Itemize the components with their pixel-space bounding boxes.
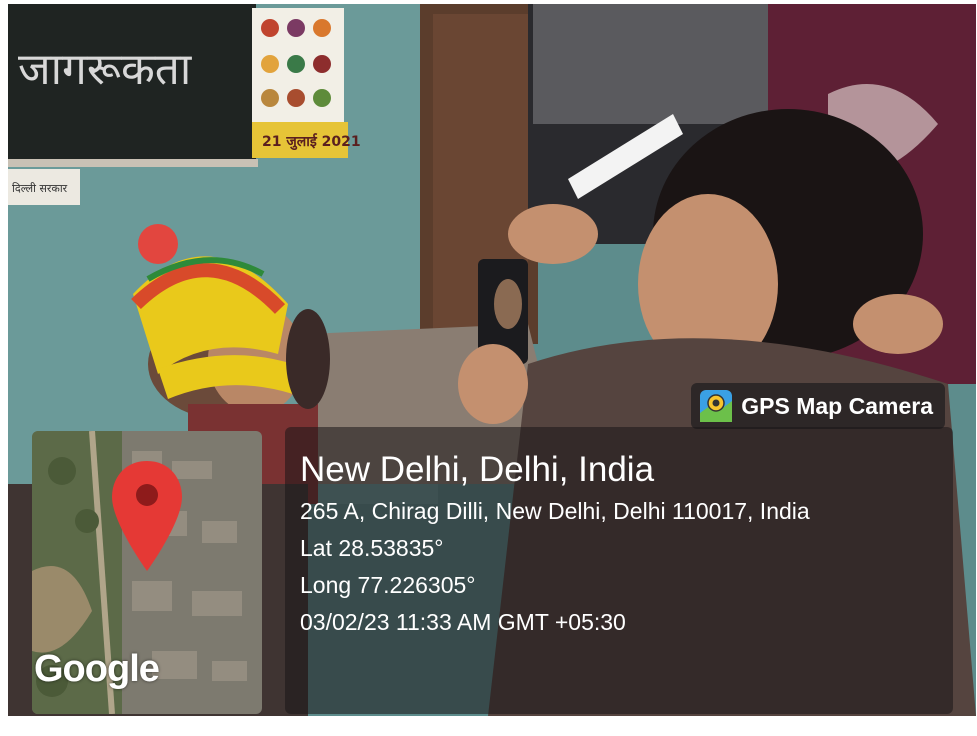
google-attribution: Google bbox=[34, 648, 160, 690]
location-address: 265 A, Chirag Dilli, New Delhi, Delhi 11… bbox=[300, 498, 810, 524]
map-pin-camera-icon bbox=[700, 390, 733, 422]
datetime-text: 03/02/23 11:33 AM GMT +05:30 bbox=[300, 609, 626, 635]
badge-label: GPS Map Camera bbox=[741, 392, 933, 419]
location-title: New Delhi, Delhi, India bbox=[300, 450, 655, 489]
gps-map-camera-badge: GPS Map Camera bbox=[691, 383, 945, 429]
calendar-text: 21 जुलाई 2021 bbox=[262, 133, 361, 151]
latitude-text: Lat 28.53835° bbox=[300, 535, 444, 561]
sign-text: दिल्ली सरकार bbox=[12, 182, 68, 195]
longitude-text: Long 77.226305° bbox=[300, 572, 476, 598]
blackboard-text: जागरूकता bbox=[18, 44, 193, 95]
location-info: New Delhi, Delhi, India 265 A, Chirag Di… bbox=[300, 447, 810, 641]
